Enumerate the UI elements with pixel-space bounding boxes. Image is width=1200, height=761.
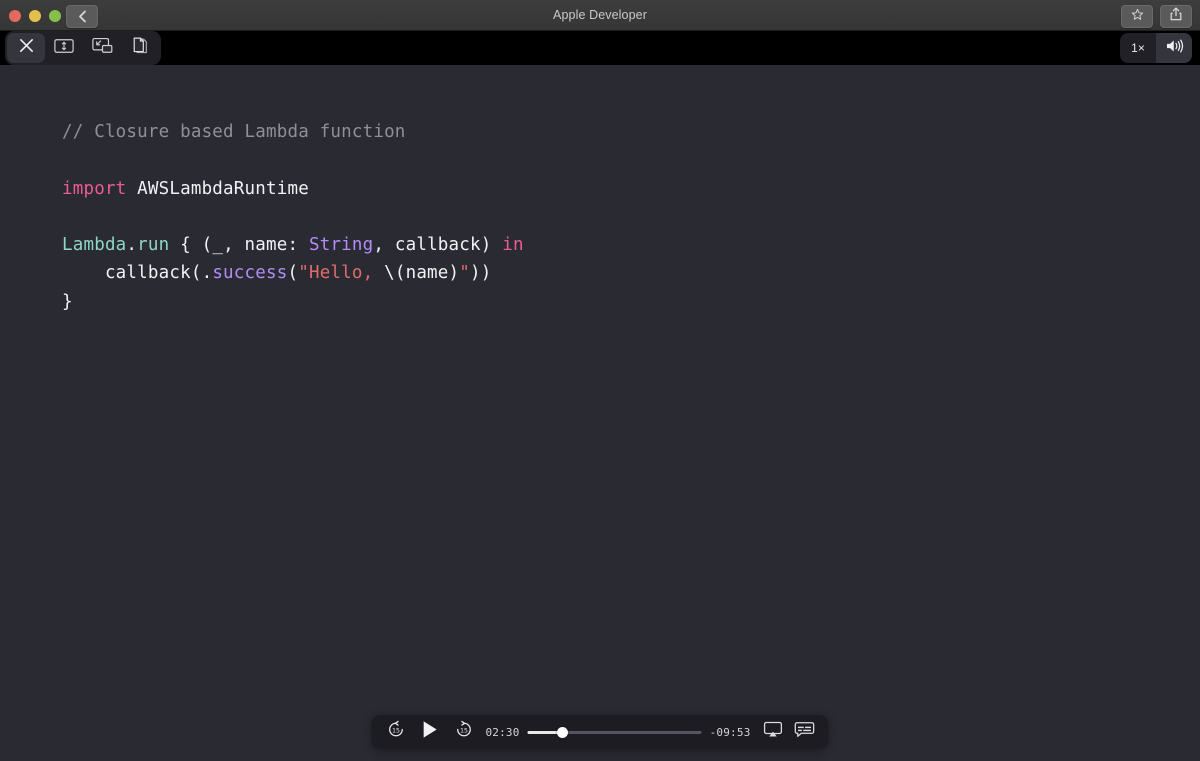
code-token-keyword: import — [62, 178, 127, 199]
scrubber[interactable] — [527, 717, 702, 747]
close-x-icon — [18, 37, 35, 59]
line-comment: // Closure based Lambda function — [62, 118, 524, 146]
code-token-plain: AWSLambdaRuntime — [126, 178, 309, 199]
skip-back-15-button[interactable]: 15 — [379, 717, 411, 747]
picture-in-picture-icon — [91, 37, 113, 59]
share-icon — [1170, 7, 1182, 26]
code-token-teal: run — [137, 235, 170, 256]
duplicate-window-button[interactable] — [121, 33, 159, 63]
title-bar: Apple Developer — [0, 0, 1200, 31]
code-token-type: success — [212, 263, 288, 284]
code-token-keyword: in — [502, 235, 524, 256]
code-token-comment: // Closure based Lambda function — [62, 122, 406, 142]
star-icon — [1131, 8, 1144, 26]
code-token-type: String — [308, 235, 374, 256]
skip-back-amount: 15 — [392, 728, 400, 735]
chevron-left-icon — [78, 10, 87, 23]
fit-screen-icon — [54, 38, 74, 59]
fit-to-window-button[interactable] — [45, 33, 83, 63]
skip-forward-15-icon: 15 — [454, 720, 473, 744]
volume-high-icon — [1165, 38, 1184, 59]
player-toolbar-left-group — [5, 31, 161, 65]
app-window: Apple Developer 1× // Closure based Lamb… — [0, 0, 1200, 761]
line-lambda-run: Lambda.run { (_, name: String, callback)… — [62, 231, 524, 259]
captions-button[interactable] — [789, 717, 821, 747]
play-icon — [421, 720, 438, 744]
code-token-plain: \(name) — [384, 263, 460, 284]
skip-forward-15-button[interactable]: 15 — [447, 717, 479, 747]
skip-forward-amount: 15 — [460, 728, 468, 735]
code-token-string: " — [459, 263, 471, 284]
zoom-window-button[interactable] — [49, 10, 61, 22]
remaining-time-label: -09:53 — [709, 725, 751, 739]
code-token-plain: ( — [287, 263, 299, 284]
current-time-label: 02:30 — [485, 725, 520, 739]
code-token-string: "Hello, — [298, 263, 385, 284]
line-blank-1 — [62, 146, 524, 174]
code-token-plain: . — [126, 235, 138, 256]
traffic-lights — [9, 10, 61, 22]
title-bar-actions — [1121, 5, 1192, 28]
scrubber-handle[interactable] — [557, 726, 569, 738]
close-window-button[interactable] — [9, 10, 21, 22]
line-callback: callback(.success("Hello, \(name)")) — [62, 259, 524, 287]
player-toolbar-right-group: 1× — [1120, 33, 1192, 63]
player-toolbar: 1× — [0, 31, 1200, 65]
code-slide: // Closure based Lambda function import … — [62, 118, 524, 316]
skip-back-15-icon: 15 — [386, 720, 405, 744]
code-token-plain: } — [62, 291, 73, 312]
favorite-button[interactable] — [1121, 5, 1153, 28]
airplay-button[interactable] — [757, 717, 789, 747]
code-token-teal: Lambda — [62, 235, 127, 256]
playback-controls: 15 15 02:30 -09:53 — [371, 715, 829, 749]
line-blank-2 — [62, 203, 524, 231]
play-button[interactable] — [411, 717, 447, 747]
code-token-plain: { (_, name: — [169, 235, 309, 256]
playback-speed-button[interactable]: 1× — [1120, 33, 1156, 63]
volume-button[interactable] — [1156, 33, 1192, 63]
window-title: Apple Developer — [553, 8, 647, 22]
closed-captions-icon — [794, 721, 815, 743]
share-button[interactable] — [1160, 5, 1192, 28]
back-button[interactable] — [66, 5, 98, 28]
video-canvas[interactable]: // Closure based Lambda function import … — [0, 65, 1200, 761]
line-import: import AWSLambdaRuntime — [62, 175, 524, 203]
code-token-plain: , callback) — [373, 235, 503, 256]
code-token-plain: callback(. — [62, 263, 213, 284]
minimize-window-button[interactable] — [29, 10, 41, 22]
close-player-button[interactable] — [7, 33, 45, 63]
airplay-icon — [763, 721, 782, 743]
copy-document-icon — [131, 37, 149, 60]
line-close-brace: } — [62, 288, 524, 316]
picture-in-picture-button[interactable] — [83, 33, 121, 63]
code-token-plain: )) — [470, 263, 492, 284]
